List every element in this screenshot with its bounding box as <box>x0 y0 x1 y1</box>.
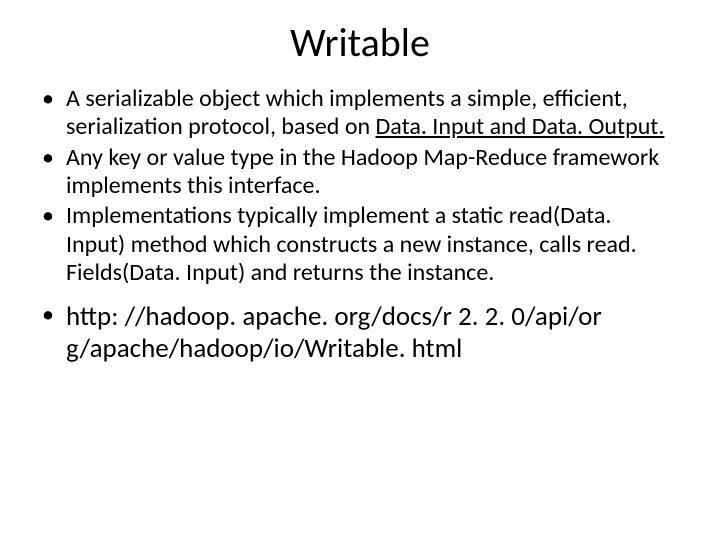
slide-title: Writable <box>36 18 684 67</box>
list-item: Implementations typically implement a st… <box>36 202 676 287</box>
list-item: Any key or value type in the Hadoop Map-… <box>36 144 676 201</box>
bullet-text: Any key or value type in the Hadoop Map-… <box>66 143 659 200</box>
bullet-list-secondary: http: //hadoop. apache. org/docs/r 2. 2.… <box>36 301 684 365</box>
list-item: http: //hadoop. apache. org/docs/r 2. 2.… <box>36 301 676 365</box>
bullet-text: http: //hadoop. apache. org/docs/r 2. 2.… <box>66 300 602 365</box>
bullet-list-primary: A serializable object which implements a… <box>36 85 684 287</box>
slide: Writable A serializable object which imp… <box>0 0 720 540</box>
bullet-text: Implementations typically implement a st… <box>66 201 637 287</box>
inline-link[interactable]: Data. Input and Data. Output. <box>376 112 665 141</box>
list-item: A serializable object which implements a… <box>36 85 676 142</box>
